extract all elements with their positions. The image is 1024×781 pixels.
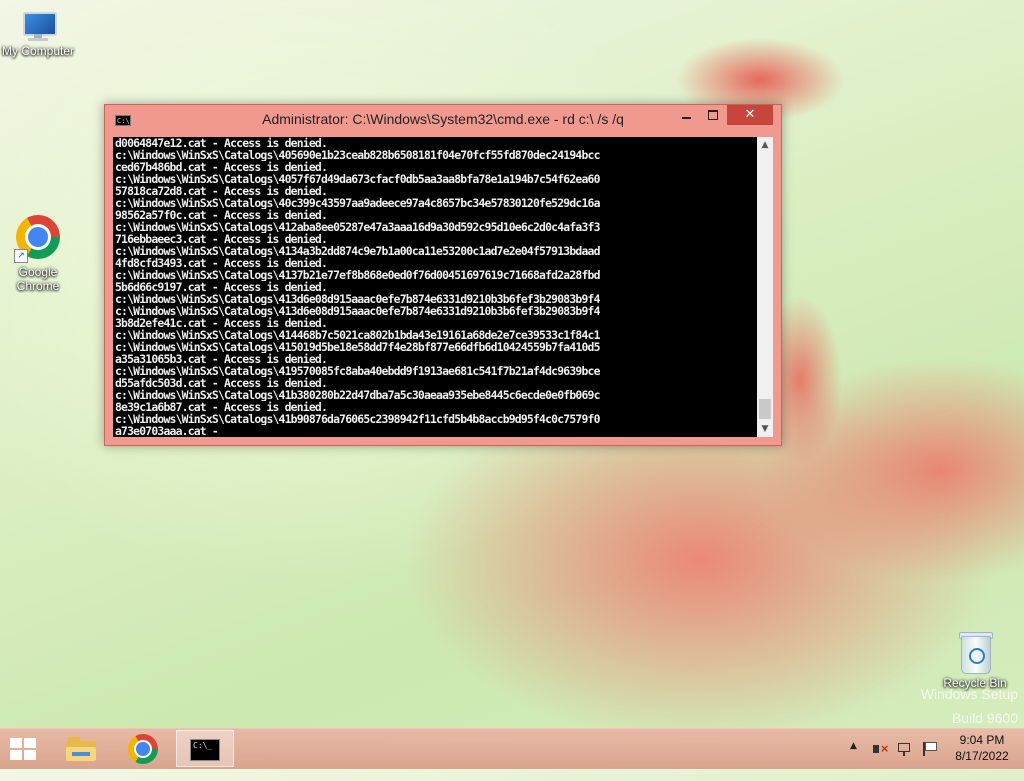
minimize-icon: [681, 116, 691, 119]
console-line: c:\Windows\WinSxS\Catalogs\414468b7c5021…: [115, 329, 600, 341]
maximize-icon: [708, 109, 718, 120]
show-hidden-icons-button[interactable]: ▲: [850, 741, 864, 781]
scroll-thumb[interactable]: [759, 399, 771, 419]
console-line: c:\Windows\WinSxS\Catalogs\4057f67d49da6…: [115, 173, 600, 185]
console-line: a73e0703aaa.cat -: [115, 425, 219, 437]
console-line: c:\Windows\WinSxS\Catalogs\41b380280b22d…: [115, 389, 600, 401]
console-line: c:\Windows\WinSxS\Catalogs\40c399c43597a…: [115, 197, 600, 209]
taskbar-cmd[interactable]: C:\_: [176, 730, 234, 767]
scroll-up-button[interactable]: ▲: [757, 137, 773, 153]
recycle-bin-icon: [958, 630, 993, 674]
console-line: c:\Windows\WinSxS\Catalogs\405690e1b23ce…: [115, 149, 600, 161]
network-icon[interactable]: [896, 741, 914, 757]
taskbar-clock[interactable]: 9:04 PM 8/17/2022: [946, 732, 1018, 764]
desktop-icon-label: Google Chrome: [16, 265, 60, 293]
console-line: c:\Windows\WinSxS\Catalogs\4137b21e77ef8…: [115, 269, 600, 281]
console-line: 716ebbaeec3.cat - Access is denied.: [115, 233, 328, 245]
desktop-icon-label: My Computer: [1, 44, 75, 58]
console-line: a35a31065b3.cat - Access is denied.: [115, 353, 328, 365]
chrome-icon: ↗: [14, 215, 60, 263]
taskbar-chrome[interactable]: [114, 730, 172, 767]
clock-time: 9:04 PM: [959, 733, 1005, 747]
console-line: c:\Windows\WinSxS\Catalogs\4134a3b2dd874…: [115, 245, 600, 257]
console-line: 4fd8cfd3493.cat - Access is denied.: [115, 257, 328, 269]
console-line: c:\Windows\WinSxS\Catalogs\413d6e08d915a…: [115, 293, 600, 305]
console-line: 8e39c1a6b87.cat - Access is denied.: [115, 401, 328, 413]
computer-icon: [19, 10, 57, 42]
os-watermark-line2: Build 9600: [951, 710, 1018, 726]
console-line: c:\Windows\WinSxS\Catalogs\419570085fc8a…: [115, 365, 600, 377]
scroll-down-button[interactable]: ▼: [757, 421, 773, 437]
close-button[interactable]: ✕: [727, 105, 773, 125]
clock-date: 8/17/2022: [955, 749, 1009, 763]
console-output[interactable]: d0064847e12.cat - Access is denied. c:\Wi…: [113, 137, 773, 437]
folder-icon: [66, 737, 96, 761]
action-center-flag-icon[interactable]: [920, 741, 938, 757]
console-line: c:\Windows\WinSxS\Catalogs\413d6e08d915a…: [115, 305, 600, 317]
console-line: d55afdc503d.cat - Access is denied.: [115, 377, 328, 389]
console-line: d0064847e12.cat - Access is denied.: [115, 137, 328, 149]
windows-logo-icon: [10, 738, 22, 748]
cmd-icon: C:\_: [190, 739, 220, 761]
os-watermark-line1: Windows Setup: [920, 686, 1018, 702]
console-line: 5b6d66c9197.cat - Access is denied.: [115, 281, 328, 293]
console-line: 57818ca72d8.cat - Access is denied.: [115, 185, 328, 197]
vertical-scrollbar[interactable]: ▲ ▼: [757, 137, 773, 437]
console-line: c:\Windows\WinSxS\Catalogs\415019d5be18e…: [115, 341, 600, 353]
windows-logo-pane: [10, 750, 22, 760]
console-line: ced67b486bd.cat - Access is denied.: [115, 161, 328, 173]
console-line: c:\Windows\WinSxS\Catalogs\412aba8ee0528…: [115, 221, 600, 233]
close-icon: ✕: [744, 107, 756, 122]
console-line: c:\Windows\WinSxS\Catalogs\41b90876da760…: [115, 413, 600, 425]
minimize-button[interactable]: [673, 105, 699, 125]
window-titlebar[interactable]: C:\ Administrator: C:\Windows\System32\c…: [105, 105, 781, 133]
cmd-window[interactable]: C:\ Administrator: C:\Windows\System32\c…: [104, 104, 782, 446]
console-text: d0064847e12.cat - Access is denied. c:\Wi…: [115, 137, 753, 437]
taskbar: C:\_ ▲ × 9:04 PM 8/17/2022: [0, 728, 1024, 769]
windows-logo-pane: [24, 738, 36, 748]
console-line: 98562a57f0c.cat - Access is denied.: [115, 209, 328, 221]
windows-logo-pane: [24, 750, 36, 760]
console-line: 3b8d2efe41c.cat - Access is denied.: [115, 317, 328, 329]
desktop-icon-google-chrome[interactable]: ↗ Google Chrome: [0, 215, 78, 293]
maximize-button[interactable]: [700, 105, 726, 125]
desktop-icon-my-computer[interactable]: My Computer: [0, 10, 78, 58]
start-button[interactable]: [6, 735, 40, 763]
volume-muted-icon[interactable]: ×: [872, 741, 890, 757]
desktop-icon-recycle-bin[interactable]: Recycle Bin: [935, 630, 1015, 690]
shortcut-arrow-icon: ↗: [14, 249, 28, 263]
taskbar-file-explorer[interactable]: [52, 730, 110, 767]
chrome-icon: [128, 734, 158, 764]
